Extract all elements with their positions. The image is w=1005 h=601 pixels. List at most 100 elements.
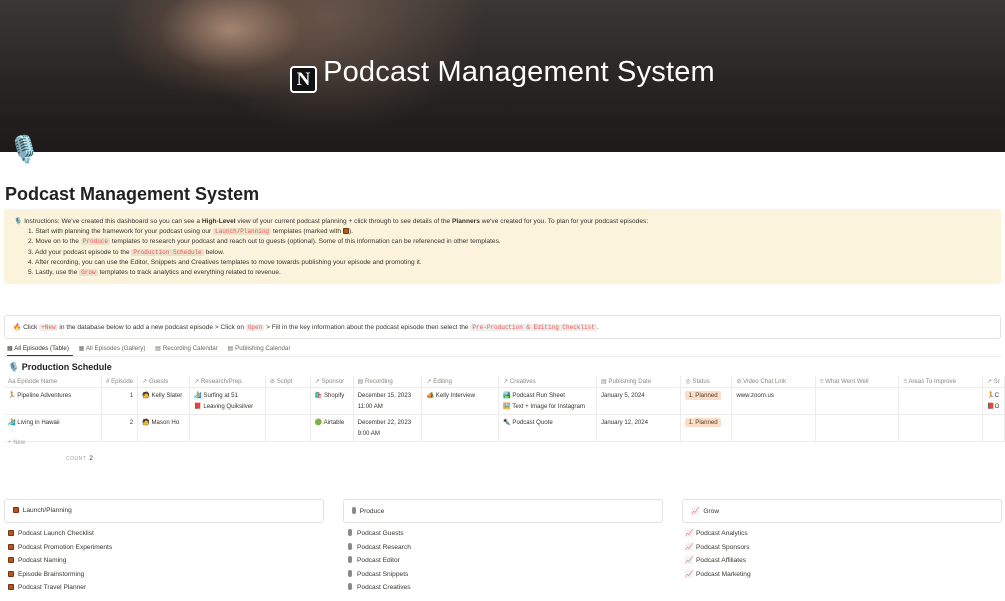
col-publishing-date[interactable]: ▤ Publishing Date [596,376,682,388]
microphone-icon [348,542,352,550]
database-title[interactable]: 🎙️ Production Schedule [8,362,112,373]
list-item[interactable]: Podcast Travel Planner [7,581,112,595]
tab-all-episodes-table[interactable]: ▦ All Episodes (Table) [7,345,69,352]
cell-script[interactable] [265,414,311,442]
col-script[interactable]: ⊘ Script [265,376,311,388]
table-header-row: Aa Episode Name # Episode ↗ Guests ↗ Res… [4,376,1005,388]
col-episode[interactable]: # Episode [101,376,139,388]
list-item[interactable]: Podcast Guests [346,527,411,541]
cell-guests[interactable]: 🧑 Kelly Slater [137,387,191,415]
tab-label: Recording Calendar [162,345,218,352]
cell-script[interactable] [265,387,311,415]
section-title: Launch/Planning [22,507,72,514]
creative-link: Text + Image for Instagram [512,402,585,410]
instructions-intro: 🎙️ Instructions: We've created this dash… [14,217,991,227]
page-link: Podcast Snippets [357,570,409,578]
list-item[interactable]: 📈 Podcast Marketing [685,568,751,582]
code-produce: Produce [80,238,111,246]
cell-recording[interactable]: December 15, 2023 11:00 AM [353,387,423,415]
col-creatives[interactable]: ↗ Creatives [498,376,597,388]
launch-planning-header[interactable]: Launch/Planning [4,499,324,523]
tab-publishing-calendar[interactable]: ▤ Publishing Calendar [228,345,291,352]
number-prop-icon: # [106,377,110,385]
status-badge: 1. Planned [685,390,721,400]
list-item[interactable]: 📈 Podcast Analytics [685,527,751,541]
intro-text: Instructions: We've created this dashboa… [24,218,202,225]
new-row-label: New [13,440,26,446]
col-status[interactable]: ◎ Status [680,376,733,388]
col-recording[interactable]: ▤ Recording [353,376,423,388]
cell-areas-to-improve[interactable] [898,387,983,415]
cell-episode-name[interactable]: 🏄 Living in Hawaii [4,414,103,442]
col-sponsor[interactable]: ↗ Sponsor [310,376,354,388]
list-item[interactable]: Podcast Creatives [346,581,411,595]
grow-header[interactable]: 📈 Grow [682,499,1002,523]
cell-areas-to-improve[interactable] [898,414,983,442]
launch-box-icon [8,543,14,550]
cell-guests[interactable]: 🧑 Mason Ho [137,414,191,442]
cell-episode[interactable]: 1 [101,387,139,415]
col-what-went-well[interactable]: ≡ What Went Well [815,376,900,388]
col-areas-to-improve[interactable]: ≡ Areas To Improve [898,376,983,388]
cell-research[interactable]: 🏄 Surfing at 51 📕 Leaving Quiksilver [189,387,266,415]
relation-prop-icon: ↗ [986,377,993,385]
step-2: 2. Move on to the Produce templates to r… [14,237,991,247]
fire-icon: 🔥 [13,324,22,331]
list-item[interactable]: Episode Brainstorming [7,568,112,582]
col-video-chat-link[interactable]: ⊘ Video Chat Link [731,376,816,388]
editing-icon: 🏕️ [426,391,435,399]
list-item[interactable]: 📈 Podcast Sponsors [685,541,751,555]
cell-video-chat-link[interactable]: www.zoom.us [731,387,816,415]
calendar-icon: ▤ [155,345,162,352]
notion-logo-icon: N [290,66,318,93]
table-row[interactable]: 🏃 Pipeline Adventures 1 🧑 Kelly Slater 🏄… [4,387,1005,415]
microphone-page-icon[interactable]: 🎙️ [8,132,40,166]
cell-episode-name[interactable]: 🏃 Pipeline Adventures [4,387,103,415]
count-label: COUNT [66,456,87,462]
count-aggregate[interactable]: COUNT 2 [66,455,93,462]
cell-recording[interactable]: December 22, 2023 9:00 AM [353,414,423,442]
cell-what-went-well[interactable] [815,414,900,442]
col-episode-name[interactable]: Aa Episode Name [4,376,103,388]
col-label: What Went Well [825,377,869,385]
cell-video-chat-link[interactable] [731,414,816,442]
cell-editing[interactable] [421,414,500,442]
new-row-button[interactable]: + New [8,440,25,446]
table-row[interactable]: 🏄 Living in Hawaii 2 🧑 Mason Ho 🟢 Airtab… [4,414,1005,442]
cell-sponsor[interactable]: 🟢 Airtable [310,414,354,442]
status-prop-icon: ◎ [685,377,691,385]
cell-sr[interactable]: 🏃C 📕O [982,387,1005,415]
gallery-icon: ▦ [78,345,85,352]
chart-up-icon: 📈 [685,530,694,537]
cell-publishing-date[interactable]: January 5, 2024 [596,387,682,415]
microphone-icon [348,569,352,577]
tab-all-episodes-gallery[interactable]: ▦ All Episodes (Gallery) [79,345,146,352]
cell-research[interactable] [189,414,266,442]
col-research[interactable]: ↗ Research/Prep. [189,376,266,388]
cell-sr[interactable] [982,414,1005,442]
cell-creatives[interactable]: 🏞️ Podcast Run Sheet 🖼️ Text + Image for … [498,387,597,415]
col-guests[interactable]: ↗ Guests [137,376,191,388]
list-item[interactable]: Podcast Promotion Experiments [7,541,112,555]
list-item[interactable]: Podcast Launch Checklist [7,527,112,541]
cell-publishing-date[interactable]: January 12, 2024 [596,414,682,442]
cell-status[interactable]: 1. Planned [680,414,733,442]
cell-status[interactable]: 1. Planned [680,387,733,415]
cell-what-went-well[interactable] [815,387,900,415]
list-item[interactable]: Podcast Editor [346,554,411,568]
list-item[interactable]: 📈 Podcast Affiliates [685,554,751,568]
list-item[interactable]: Podcast Research [346,541,411,555]
microphone-icon [352,507,356,514]
list-item[interactable]: Podcast Snippets [346,568,411,582]
page-title[interactable]: Podcast Management System [5,184,259,205]
col-editing[interactable]: ↗ Editing [421,376,500,388]
cell-creatives[interactable]: ✒️ Podcast Quote [498,414,597,442]
col-sr[interactable]: ↗ Sr [982,376,1005,388]
url-prop-icon: ⊘ [269,377,276,385]
tab-recording-calendar[interactable]: ▤ Recording Calendar [155,345,218,352]
cell-editing[interactable]: 🏕️ Kelly Interview [421,387,500,415]
cell-sponsor[interactable]: 🛍️ Shopify [310,387,354,415]
cell-episode[interactable]: 2 [101,414,139,442]
list-item[interactable]: Podcast Naming [7,554,112,568]
produce-header[interactable]: Produce [343,499,663,523]
